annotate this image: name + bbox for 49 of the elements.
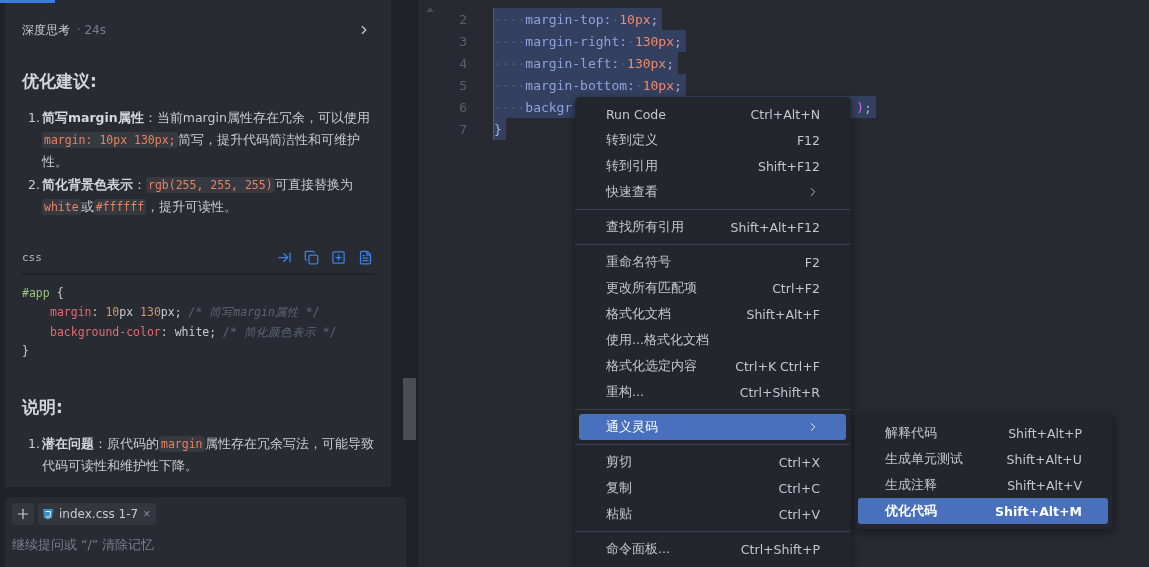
new-file-icon[interactable]	[331, 250, 346, 265]
menu-item[interactable]: 优化代码 Shift+Alt+M	[858, 498, 1108, 524]
menu-item[interactable]: 生成单元测试 Shift+Alt+U	[858, 446, 1108, 472]
menu-item[interactable]: 更改所有匹配项 Ctrl+F2	[579, 275, 846, 301]
list-number: 1.	[28, 434, 41, 453]
line-number: 4	[458, 55, 467, 71]
code-line: }	[22, 343, 30, 360]
menu-item[interactable]: 查找所有引用 Shift+Alt+F12	[579, 214, 846, 240]
menu-item[interactable]: 转到定义 F12	[579, 127, 846, 153]
menu-item[interactable]: 生成注释 Shift+Alt+V	[858, 472, 1108, 498]
document-icon[interactable]	[358, 250, 373, 265]
chip-label: index.css 1-7	[59, 507, 139, 521]
menu-item[interactable]: 转到引用 Shift+F12	[579, 153, 846, 179]
code-line: #app {	[22, 284, 65, 302]
code-language: css	[22, 251, 42, 264]
scrollbar-thumb[interactable]	[403, 378, 416, 440]
menu-item[interactable]: 通义灵码	[579, 414, 846, 440]
thinking-label[interactable]: 深度思考 · 24s	[22, 21, 106, 39]
list-item-text: 简化背景色表示： rgb(255, 255, 255) 可直接替换为 white 或 #ffffff ，提升可读性。	[42, 175, 354, 217]
menu-item[interactable]: 重命名符号 F2	[579, 249, 846, 275]
line-number: 3	[458, 33, 467, 49]
menu-item[interactable]: 使用...格式化文档	[579, 327, 846, 353]
line-number: 6	[458, 99, 467, 115]
menu-item[interactable]: 重构... Ctrl+Shift+R	[579, 379, 846, 405]
menu-item[interactable]: 格式化选定内容 Ctrl+K Ctrl+F	[579, 353, 846, 379]
add-context-button[interactable]	[12, 503, 34, 525]
menu-item[interactable]: 粘贴 Ctrl+V	[579, 501, 846, 527]
line-number: 7	[458, 121, 467, 137]
menu-item[interactable]: 复制 Ctrl+C	[579, 475, 846, 501]
menu-item[interactable]: 解释代码 Shift+Alt+P	[858, 420, 1108, 446]
list-item-text: 潜在问题：原代码的 margin 属性存在冗余写法，可能导致代码可读性和维护性下降。	[42, 434, 375, 475]
chat-input-field[interactable]: 继续提问或 “/” 清除记忆	[12, 537, 399, 552]
remove-chip-button[interactable]: ×	[143, 507, 151, 521]
line-number: 5	[458, 77, 467, 93]
menu-item[interactable]: 剪切 Ctrl+X	[579, 449, 846, 475]
list-number: 1.	[28, 109, 41, 127]
menu-item[interactable]: 命令面板... Ctrl+Shift+P	[579, 536, 846, 562]
menu-item[interactable]: 格式化文档 Shift+Alt+F	[579, 301, 846, 327]
list-number: 2.	[28, 175, 41, 194]
plus-icon	[15, 506, 31, 522]
css-file-icon	[42, 508, 54, 520]
line-number: 2	[458, 11, 467, 27]
insert-icon[interactable]	[277, 250, 292, 265]
list-item-text: 简写margin属性：当前margin属性存在冗余，可以使用 margin: 10px 130px; 简写，提升代码简洁性和可维护性。	[42, 109, 371, 171]
section-heading: 说明:	[22, 395, 64, 419]
menu-item[interactable]: 快速查看	[579, 179, 846, 205]
tab-indicator	[0, 0, 55, 3]
copy-icon[interactable]	[304, 250, 319, 265]
section-heading: 优化建议:	[22, 70, 98, 93]
